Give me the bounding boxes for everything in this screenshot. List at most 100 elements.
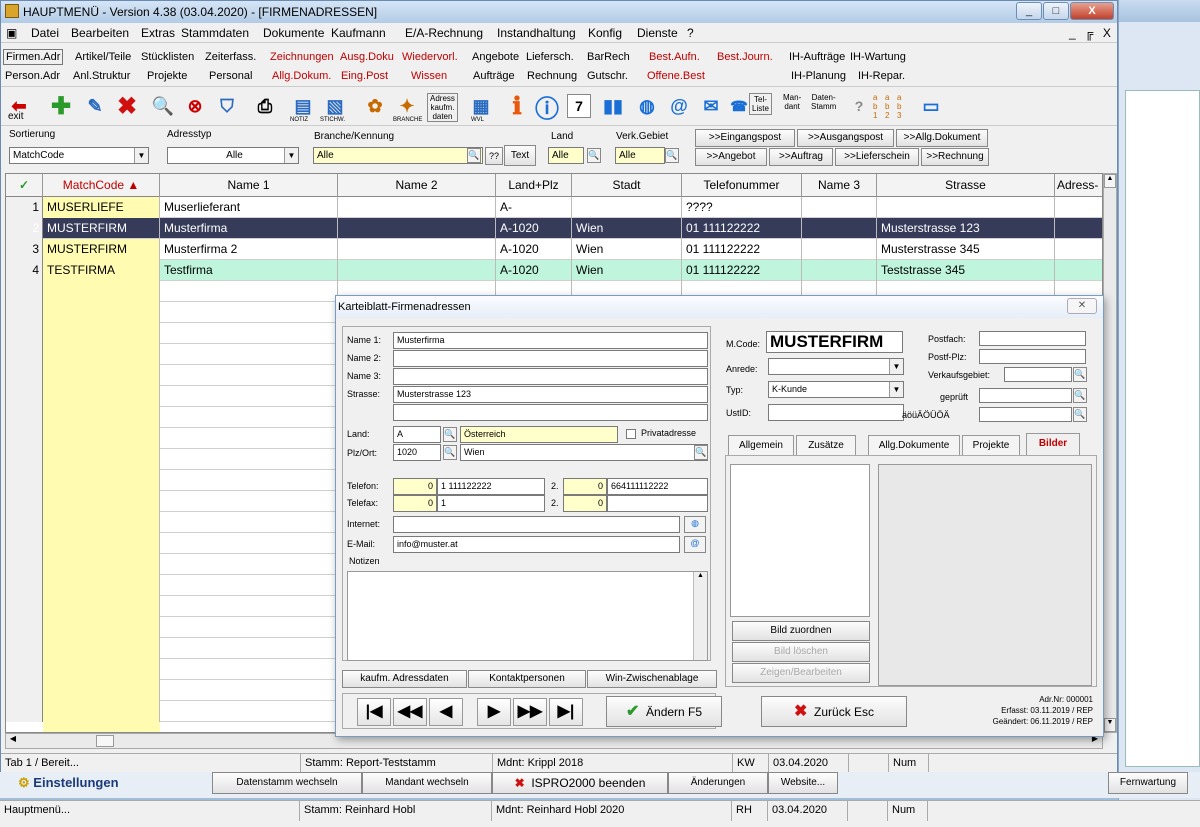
bilder-list[interactable] xyxy=(730,464,870,617)
cell-name1[interactable]: Testfirma xyxy=(160,260,338,281)
quick-barrech[interactable]: BarRech xyxy=(587,51,630,63)
cell-empty[interactable] xyxy=(160,701,338,722)
table-row[interactable]: 1 MUSERLIEFE Muserlieferant A-???? xyxy=(6,197,1102,218)
cell-plz[interactable]: A- xyxy=(496,197,572,218)
cell-empty[interactable] xyxy=(160,302,338,323)
strasse2-field[interactable] xyxy=(393,404,708,421)
header-telefon[interactable]: Telefonummer xyxy=(682,174,802,197)
cell-empty[interactable] xyxy=(160,281,338,302)
cell-empty[interactable] xyxy=(43,638,160,659)
search-clear-icon[interactable]: ⊗ xyxy=(181,92,209,120)
header-matchcode[interactable]: MatchCode ▲ xyxy=(43,174,160,197)
quick-eing-post[interactable]: Eing.Post xyxy=(341,70,388,82)
ispro-beenden-button[interactable]: ✖ ISPRO2000 beenden xyxy=(492,772,668,794)
chart-icon[interactable]: ▮▮ xyxy=(599,92,627,120)
cell-plz[interactable]: A-1020 xyxy=(496,218,572,239)
postf-plz-field[interactable] xyxy=(979,349,1086,364)
maximize-button[interactable]: □ xyxy=(1043,2,1069,20)
scroll-left-icon[interactable]: ◀ xyxy=(6,734,20,748)
tel-prefix[interactable]: 0 xyxy=(393,478,437,495)
menu-datei[interactable]: Datei xyxy=(31,26,59,40)
fernwartung-button[interactable]: Fernwartung xyxy=(1108,772,1188,794)
angebot-button[interactable]: >>Angebot xyxy=(695,148,767,166)
prev-record-icon[interactable]: ◀ xyxy=(429,698,463,726)
system-menu-icon[interactable]: ▣ xyxy=(6,26,17,40)
cell-name1[interactable]: Musterfirma xyxy=(160,218,338,239)
mail-icon[interactable]: ✉ xyxy=(697,92,725,120)
text-button[interactable]: Text xyxy=(504,145,536,166)
cell-empty[interactable] xyxy=(160,533,338,554)
cell-empty[interactable] xyxy=(43,512,160,533)
tab-projekte[interactable]: Projekte xyxy=(962,435,1020,455)
tab-bilder[interactable]: Bilder xyxy=(1026,433,1080,455)
cell-match[interactable]: MUSTERFIRM xyxy=(43,218,160,239)
tab-allgemein[interactable]: Allgemein xyxy=(728,435,794,455)
header-land-plz[interactable]: Land+Plz xyxy=(496,174,572,197)
branche-icon[interactable]: ✿ xyxy=(361,92,389,120)
cell-name2[interactable] xyxy=(338,218,496,239)
cell-name3[interactable] xyxy=(802,260,877,281)
bild-loeschen-button[interactable]: Bild löschen xyxy=(732,642,870,662)
cell-name2[interactable] xyxy=(338,197,496,218)
quick-artikel[interactable]: Artikel/Teile xyxy=(75,51,131,63)
quick-gutschr[interactable]: Gutschr. xyxy=(587,70,628,82)
cell-name3[interactable] xyxy=(802,197,877,218)
last-record-icon[interactable]: ▶| xyxy=(549,698,583,726)
cell-stadt[interactable] xyxy=(572,197,682,218)
ort-search-icon[interactable]: 🔍 xyxy=(694,445,708,460)
cell-empty[interactable] xyxy=(43,533,160,554)
cell-strasse[interactable]: Musterstrasse 123 xyxy=(877,218,1055,239)
filter-icon[interactable]: ⛉ xyxy=(213,92,241,120)
delete-icon[interactable]: ✖ xyxy=(113,92,141,120)
adresstyp-select[interactable]: Alle ▼ xyxy=(167,147,299,164)
scroll-thumb[interactable] xyxy=(96,735,114,747)
notizen-scrollbar[interactable]: ▲ xyxy=(693,572,707,660)
globe-icon[interactable]: ◍ xyxy=(684,516,706,533)
cell-empty[interactable] xyxy=(43,428,160,449)
fax2-prefix[interactable]: 0 xyxy=(563,495,607,512)
verk-input[interactable]: Alle xyxy=(615,147,665,164)
cell-empty[interactable] xyxy=(43,344,160,365)
cell-empty[interactable] xyxy=(43,323,160,344)
geprueft-field[interactable] xyxy=(979,388,1072,403)
land-search-icon[interactable]: 🔍 xyxy=(443,427,457,442)
cell-name1[interactable]: Muserlieferant xyxy=(160,197,338,218)
allg-dokument-button[interactable]: >>Allg.Dokument xyxy=(896,129,988,147)
cell-empty[interactable] xyxy=(43,596,160,617)
next-page-icon[interactable]: ▶▶ xyxy=(513,698,547,726)
verkaufsgebiet-field[interactable] xyxy=(1004,367,1072,382)
print-icon[interactable]: ⎙ xyxy=(251,92,279,120)
cell-match[interactable]: MUSTERFIRM xyxy=(43,239,160,260)
quick-ih-planung[interactable]: IH-Planung xyxy=(791,70,846,82)
strasse-field[interactable]: Musterstrasse 123 xyxy=(393,386,708,403)
postfach-field[interactable] xyxy=(979,331,1086,346)
window-icon[interactable]: ▭ xyxy=(917,92,945,120)
new-icon[interactable]: ✚ xyxy=(47,92,75,120)
cell-empty[interactable] xyxy=(160,659,338,680)
cell-empty[interactable] xyxy=(160,680,338,701)
info-orange-icon[interactable]: ℹ xyxy=(503,92,531,120)
cell-empty[interactable] xyxy=(43,491,160,512)
minimize-button[interactable]: _ xyxy=(1016,2,1042,20)
quick-anl-struktur[interactable]: Anl.Struktur xyxy=(73,70,130,82)
cell-tel[interactable]: ???? xyxy=(682,197,802,218)
quick-zeichnungen[interactable]: Zeichnungen xyxy=(270,51,334,63)
table-row[interactable]: 3 MUSTERFIRM Musterfirma 2 A-1020 Wien 01 111… xyxy=(6,239,1102,260)
aendern-button[interactable]: ✔ Ändern F5 xyxy=(606,696,722,727)
plz-field[interactable]: 1020 xyxy=(393,444,441,461)
quick-firmen-adr[interactable]: Firmen.Adr xyxy=(3,49,64,65)
cell-empty[interactable] xyxy=(43,365,160,386)
cell-empty[interactable] xyxy=(43,701,160,722)
cell-name3[interactable] xyxy=(802,239,877,260)
table-row[interactable]: 2 MUSTERFIRM Musterfirma A-1020 Wien 01 11112… xyxy=(6,218,1102,239)
name1-field[interactable]: Musterfirma xyxy=(393,332,708,349)
menu-help[interactable]: ? xyxy=(687,26,694,40)
quick-rechnung[interactable]: Rechnung xyxy=(527,70,577,82)
einstellungen-button[interactable]: ⚙ Einstellungen xyxy=(18,775,119,791)
header-strasse[interactable]: Strasse xyxy=(877,174,1055,197)
branche-search-icon[interactable]: 🔍 xyxy=(467,148,481,163)
zeigen-bearbeiten-button[interactable]: Zeigen/Bearbeiten xyxy=(732,663,870,683)
ustid-field[interactable] xyxy=(768,404,904,421)
dialog-close-button[interactable]: ✕ xyxy=(1067,298,1097,314)
email-at-icon[interactable]: @ xyxy=(684,536,706,553)
